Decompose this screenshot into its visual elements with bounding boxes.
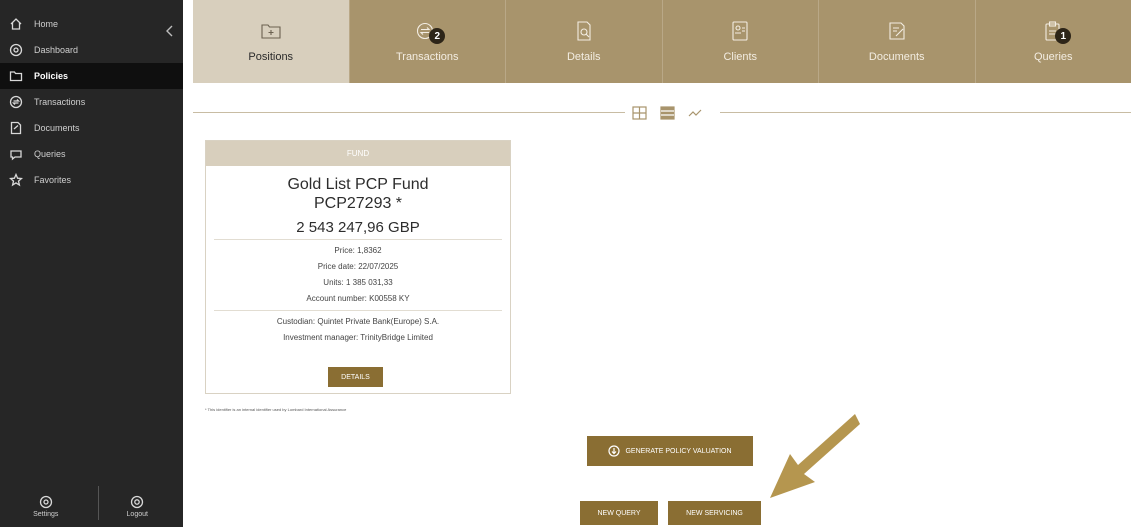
documents-icon <box>886 20 908 42</box>
sidebar: Home Dashboard Policies Transactions Doc… <box>0 0 183 527</box>
divider-right <box>720 112 1131 113</box>
home-icon <box>9 17 23 31</box>
transactions-badge: 2 <box>429 28 446 44</box>
view-toggle <box>625 102 720 124</box>
chart-view-icon[interactable] <box>681 102 709 124</box>
identifier-footnote: * This identifier is an internal identif… <box>205 407 347 412</box>
queries-badge: 1 <box>1055 28 1072 44</box>
sidebar-item-label: Queries <box>34 149 66 159</box>
tab-label: Clients <box>723 51 758 63</box>
tab-label: Details <box>566 51 601 63</box>
fund-name: Gold List PCP Fund PCP27293 * <box>206 175 510 213</box>
tab-details[interactable]: Details <box>506 0 663 83</box>
tab-label: Queries <box>1033 51 1073 63</box>
download-icon <box>608 445 621 457</box>
divider-left <box>193 112 625 113</box>
fund-name-line1: Gold List PCP Fund <box>287 176 429 193</box>
transactions-icon: 2 <box>416 20 446 44</box>
queries-icon <box>9 147 23 161</box>
generate-label: GENERATE POLICY VALUATION <box>625 447 732 455</box>
sidebar-item-queries[interactable]: Queries <box>0 141 183 167</box>
fund-code: PCP27293 * <box>313 195 403 212</box>
new-query-button[interactable]: NEW QUERY <box>580 501 658 525</box>
sidebar-item-label: Transactions <box>34 97 86 107</box>
sidebar-item-documents[interactable]: Documents <box>0 115 183 141</box>
fund-price-date: Price date: 22/07/2025 <box>317 262 399 271</box>
tab-label: Transactions <box>395 51 459 63</box>
tab-label: Positions <box>248 51 294 63</box>
fund-units: Units: 1 385 031,33 <box>323 278 393 287</box>
fund-amount: 2 543 247,96 GBP <box>296 219 420 236</box>
details-button[interactable]: DETAILS <box>328 367 383 387</box>
grid-view-icon[interactable] <box>625 102 653 124</box>
sidebar-item-favorites[interactable]: Favorites <box>0 167 183 193</box>
folder-icon <box>260 20 282 42</box>
sidebar-item-home[interactable]: Home <box>0 11 183 37</box>
settings-button[interactable]: Settings <box>0 486 92 527</box>
transactions-icon <box>9 95 23 109</box>
pointer-arrow-icon <box>770 414 860 498</box>
tab-clients[interactable]: Clients <box>663 0 819 83</box>
generate-policy-valuation-button[interactable]: GENERATE POLICY VALUATION <box>587 436 753 466</box>
clipboard-icon: 1 <box>1042 20 1072 44</box>
sidebar-item-policies[interactable]: Policies <box>0 63 183 89</box>
folder-icon <box>9 69 23 83</box>
sidebar-item-label: Favorites <box>34 175 72 185</box>
fund-custodian: Custodian: Quintet Private Bank(Europe) … <box>276 317 440 326</box>
tab-queries[interactable]: 1 Queries <box>976 0 1131 83</box>
logout-label: Logout <box>126 511 148 518</box>
list-view-icon[interactable] <box>653 102 681 124</box>
details-icon <box>573 20 595 42</box>
fund-account-number: Account number: K00558 KY <box>306 294 410 303</box>
fund-investment-manager: Investment manager: TrinityBridge Limite… <box>283 333 433 342</box>
sidebar-nav: Home Dashboard Policies Transactions Doc… <box>0 11 183 193</box>
logout-button[interactable]: Logout <box>92 486 184 527</box>
sidebar-item-label: Home <box>34 19 59 29</box>
fund-price: Price: 1,8362 <box>334 246 382 255</box>
card-divider <box>214 310 502 311</box>
sidebar-item-transactions[interactable]: Transactions <box>0 89 183 115</box>
settings-label: Settings <box>33 511 59 518</box>
power-icon <box>131 495 144 509</box>
sidebar-item-label: Dashboard <box>34 45 79 55</box>
sidebar-bottom: Settings Logout <box>0 486 183 527</box>
sidebar-item-label: Documents <box>34 123 80 133</box>
tab-label: Documents <box>868 51 925 63</box>
documents-icon <box>9 121 23 135</box>
fund-card: FUND Gold List PCP Fund PCP27293 * 2 543… <box>205 140 511 394</box>
dashboard-icon <box>9 43 23 57</box>
tab-documents[interactable]: Documents <box>819 0 976 83</box>
sidebar-item-dashboard[interactable]: Dashboard <box>0 37 183 63</box>
new-servicing-button[interactable]: NEW SERVICING <box>668 501 761 525</box>
clients-icon <box>729 20 751 42</box>
tab-transactions[interactable]: 2 Transactions <box>350 0 506 83</box>
sidebar-item-label: Policies <box>34 71 69 81</box>
policy-tabs: Positions 2 Transactions Details Clients… <box>193 0 1131 83</box>
star-icon <box>9 173 23 187</box>
settings-icon <box>39 495 52 509</box>
card-type-header: FUND <box>206 141 510 166</box>
tab-positions[interactable]: Positions <box>193 0 350 83</box>
card-divider <box>214 239 502 240</box>
